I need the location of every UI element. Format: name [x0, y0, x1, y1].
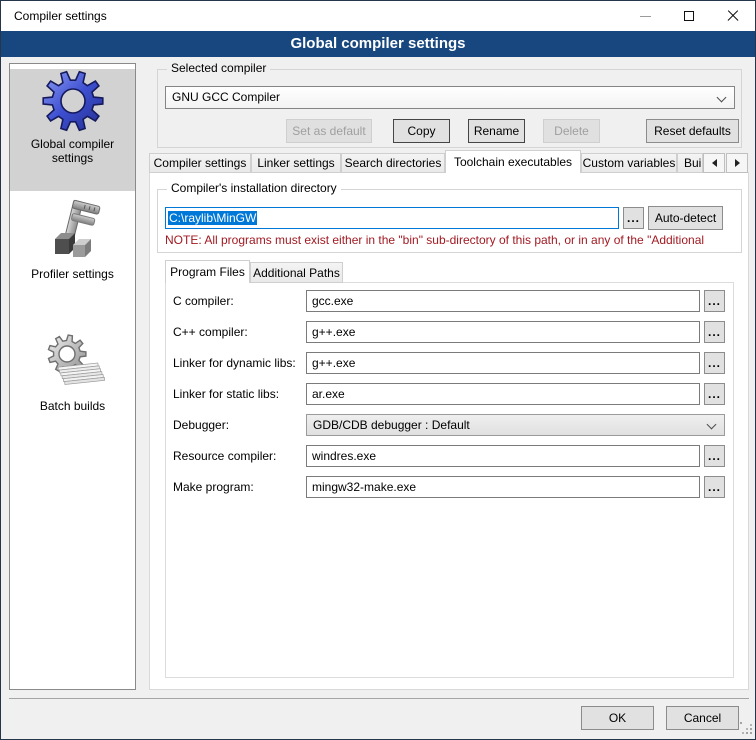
dynamic-linker-input[interactable]	[306, 352, 700, 374]
field-label-debugger: Debugger:	[173, 414, 229, 436]
set-as-default-button[interactable]: Set as default	[286, 119, 372, 143]
minimize-button[interactable]	[623, 1, 667, 31]
window-title: Compiler settings	[14, 9, 107, 23]
field-label-cpp-compiler: C++ compiler:	[173, 321, 248, 343]
resource-compiler-browse-button[interactable]: ...	[704, 445, 725, 467]
tab-scroll-left-button[interactable]	[703, 153, 725, 173]
reset-defaults-button[interactable]: Reset defaults	[646, 119, 739, 143]
page-title: Global compiler settings	[1, 31, 755, 57]
cpp-compiler-browse-button[interactable]: ...	[704, 321, 725, 343]
caliper-icon	[41, 199, 105, 263]
chevron-down-icon	[707, 420, 717, 430]
cancel-button[interactable]: Cancel	[666, 706, 739, 730]
field-label-dynamic-linker: Linker for dynamic libs:	[173, 352, 296, 374]
dynamic-linker-browse-button[interactable]: ...	[704, 352, 725, 374]
tab-custom-variables[interactable]: Custom variables	[581, 153, 677, 173]
sidebar-item-global-compiler-settings[interactable]: Global compiler settings	[10, 69, 135, 191]
settings-category-list: Global compiler settings	[9, 63, 136, 690]
selected-compiler-group-label: Selected compiler	[167, 62, 270, 75]
copy-button[interactable]: Copy	[393, 119, 450, 143]
ok-button[interactable]: OK	[581, 706, 654, 730]
field-label-make-program: Make program:	[173, 476, 254, 498]
debugger-select[interactable]: GDB/CDB debugger : Default	[306, 414, 725, 436]
field-label-static-linker: Linker for static libs:	[173, 383, 279, 405]
delete-button[interactable]: Delete	[543, 119, 600, 143]
installation-directory-input[interactable]: C:\raylib\MinGW	[165, 207, 619, 229]
gray-gear-stack-icon	[41, 331, 105, 395]
c-compiler-input[interactable]	[306, 290, 700, 312]
tab-toolchain-executables[interactable]: Toolchain executables	[445, 150, 581, 173]
field-label-resource-compiler: Resource compiler:	[173, 445, 276, 467]
tab-linker-settings[interactable]: Linker settings	[251, 153, 341, 173]
footer-separator	[9, 698, 749, 699]
note-text: NOTE: All programs must exist either in …	[165, 233, 740, 248]
resource-compiler-input[interactable]	[306, 445, 700, 467]
auto-detect-button[interactable]: Auto-detect	[648, 206, 723, 230]
sidebar-item-profiler-settings[interactable]: Profiler settings	[10, 199, 135, 315]
subtab-program-files[interactable]: Program Files	[165, 260, 250, 283]
close-icon	[726, 9, 740, 23]
debugger-select-value: GDB/CDB debugger : Default	[313, 418, 470, 432]
tab-compiler-settings[interactable]: Compiler settings	[149, 153, 251, 173]
sidebar-item-label: Profiler settings	[10, 267, 135, 291]
browse-directory-button[interactable]: ...	[623, 207, 644, 229]
c-compiler-browse-button[interactable]: ...	[704, 290, 725, 312]
chevron-down-icon	[717, 93, 727, 103]
tab-scroll-right-button[interactable]	[726, 153, 748, 173]
maximize-icon	[684, 11, 694, 21]
sidebar-item-batch-builds[interactable]: Batch builds	[10, 315, 135, 437]
sidebar-item-label: Batch builds	[10, 399, 135, 423]
compiler-select[interactable]: GNU GCC Compiler	[165, 86, 735, 109]
installation-directory-value: C:\raylib\MinGW	[168, 211, 257, 225]
arrow-right-icon	[735, 159, 740, 167]
maximize-button[interactable]	[667, 1, 711, 31]
static-linker-input[interactable]	[306, 383, 700, 405]
subtab-additional-paths[interactable]: Additional Paths	[250, 262, 343, 283]
cpp-compiler-input[interactable]	[306, 321, 700, 343]
close-button[interactable]	[711, 1, 755, 31]
tab-build-options[interactable]: Build	[677, 153, 703, 173]
make-program-browse-button[interactable]: ...	[704, 476, 725, 498]
compiler-select-value: GNU GCC Compiler	[172, 90, 280, 104]
resize-grip[interactable]	[740, 722, 754, 736]
installation-directory-group-label: Compiler's installation directory	[167, 182, 341, 195]
tab-search-directories[interactable]: Search directories	[341, 153, 445, 173]
rename-button[interactable]: Rename	[468, 119, 525, 143]
static-linker-browse-button[interactable]: ...	[704, 383, 725, 405]
sidebar-item-label: Global compiler settings	[10, 137, 135, 175]
blue-gear-icon	[41, 69, 105, 133]
minimize-icon	[640, 16, 651, 17]
make-program-input[interactable]	[306, 476, 700, 498]
title-bar[interactable]: Compiler settings	[1, 1, 755, 31]
compiler-settings-window: Compiler settings Global compiler settin…	[0, 0, 756, 740]
arrow-left-icon	[712, 159, 717, 167]
field-label-c-compiler: C compiler:	[173, 290, 234, 312]
